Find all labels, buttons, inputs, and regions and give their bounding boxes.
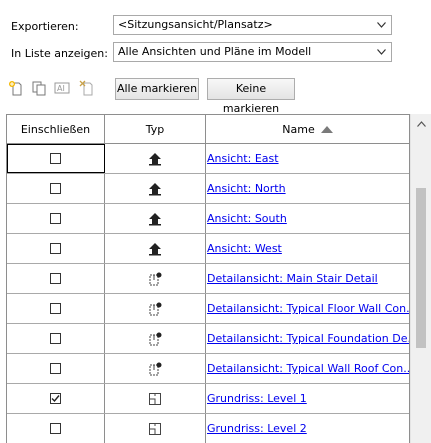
type-cell	[105, 204, 206, 233]
include-cell[interactable]	[7, 414, 105, 443]
export-label: Exportieren:	[11, 20, 79, 33]
type-cell	[105, 144, 206, 173]
include-checkbox[interactable]	[50, 273, 61, 284]
include-checkbox[interactable]	[50, 423, 61, 434]
name-cell: Grundriss: Level 2	[206, 414, 409, 443]
show-in-list-select[interactable]: Alle Ansichten und Pläne im Modell	[113, 42, 392, 62]
include-checkbox[interactable]	[50, 243, 61, 254]
chevron-down-icon	[375, 43, 387, 61]
view-name-link[interactable]: Ansicht: East	[207, 152, 279, 165]
view-name-link[interactable]: Grundriss: Level 1	[207, 392, 307, 405]
include-cell[interactable]	[7, 174, 105, 203]
name-cell: Ansicht: East	[206, 144, 409, 173]
include-cell[interactable]	[7, 264, 105, 293]
include-cell[interactable]	[7, 324, 105, 353]
mark-none-button[interactable]: Keine markieren	[207, 78, 295, 115]
view-name-link[interactable]: Detailansicht: Typical Floor Wall Con...	[207, 302, 409, 315]
name-cell: Ansicht: South	[206, 204, 409, 233]
mark-all-button[interactable]: Alle markieren	[115, 78, 199, 100]
table-row[interactable]: Detailansicht: Typical Wall Roof Con...	[7, 354, 409, 384]
include-checkbox[interactable]	[50, 303, 61, 314]
type-cell	[105, 384, 206, 413]
view-name-link[interactable]: Grundriss: Level 2	[207, 422, 307, 435]
vertical-scrollbar[interactable]	[410, 114, 431, 443]
svg-text:AI: AI	[57, 84, 65, 93]
delete-icon[interactable]	[78, 78, 96, 98]
checkmark-icon	[51, 395, 60, 403]
elevation-view-icon	[148, 182, 162, 196]
table-row[interactable]: Ansicht: East	[7, 144, 409, 174]
type-cell	[105, 414, 206, 443]
rename-icon[interactable]: AI	[53, 78, 71, 98]
floor-plan-icon	[148, 392, 162, 406]
new-sheet-set-icon[interactable]	[7, 78, 25, 98]
name-cell: Grundriss: Level 1	[206, 384, 409, 413]
include-cell[interactable]	[7, 204, 105, 233]
view-name-link[interactable]: Detailansicht: Main Stair Detail	[207, 272, 378, 285]
view-name-link[interactable]: Ansicht: West	[207, 242, 282, 255]
views-table: Einschließen Typ Name Ansicht: East Ansic…	[6, 114, 410, 443]
name-cell: Detailansicht: Typical Foundation De...	[206, 324, 409, 353]
type-cell	[105, 264, 206, 293]
export-select[interactable]: <Sitzungsansicht/Plansatz>	[113, 15, 392, 35]
name-cell: Detailansicht: Typical Wall Roof Con...	[206, 354, 409, 383]
include-cell[interactable]	[7, 294, 105, 323]
include-cell[interactable]	[7, 384, 105, 413]
show-in-list-select-value: Alle Ansichten und Pläne im Modell	[118, 45, 312, 58]
include-checkbox[interactable]	[50, 333, 61, 344]
table-row[interactable]: Detailansicht: Typical Foundation De...	[7, 324, 409, 354]
type-cell	[105, 324, 206, 353]
type-cell	[105, 174, 206, 203]
include-cell[interactable]	[7, 234, 105, 263]
floor-plan-icon	[148, 422, 162, 436]
view-name-link[interactable]: Ansicht: North	[207, 182, 286, 195]
include-checkbox[interactable]	[50, 213, 61, 224]
view-name-link[interactable]: Detailansicht: Typical Wall Roof Con...	[207, 362, 409, 375]
type-cell	[105, 294, 206, 323]
sort-ascending-icon	[320, 125, 333, 133]
elevation-view-icon	[148, 242, 162, 256]
show-in-list-label: In Liste anzeigen:	[11, 47, 108, 60]
table-header: Einschließen Typ Name	[7, 115, 409, 144]
include-checkbox[interactable]	[50, 363, 61, 374]
view-name-link[interactable]: Ansicht: South	[207, 212, 287, 225]
table-row[interactable]: Grundriss: Level 1	[7, 384, 409, 414]
column-header-name[interactable]: Name	[206, 115, 409, 143]
detail-view-icon	[147, 301, 163, 317]
scrollbar-thumb[interactable]	[416, 188, 426, 348]
table-row[interactable]: Detailansicht: Main Stair Detail	[7, 264, 409, 294]
column-header-include[interactable]: Einschließen	[7, 115, 105, 143]
duplicate-icon[interactable]	[30, 78, 48, 98]
chevron-down-icon	[375, 16, 387, 34]
elevation-view-icon	[148, 152, 162, 166]
include-checkbox[interactable]	[50, 393, 61, 404]
detail-view-icon	[147, 361, 163, 377]
table-row[interactable]: Ansicht: West	[7, 234, 409, 264]
view-name-link[interactable]: Detailansicht: Typical Foundation De...	[207, 332, 409, 345]
column-header-type[interactable]: Typ	[105, 115, 206, 143]
table-row[interactable]: Detailansicht: Typical Floor Wall Con...	[7, 294, 409, 324]
table-row[interactable]: Ansicht: North	[7, 174, 409, 204]
name-cell: Ansicht: West	[206, 234, 409, 263]
detail-view-icon	[147, 331, 163, 347]
include-cell[interactable]	[7, 354, 105, 383]
name-cell: Ansicht: North	[206, 174, 409, 203]
elevation-view-icon	[148, 212, 162, 226]
name-cell: Detailansicht: Typical Floor Wall Con...	[206, 294, 409, 323]
export-select-value: <Sitzungsansicht/Plansatz>	[118, 18, 273, 31]
include-checkbox[interactable]	[50, 153, 61, 164]
table-row[interactable]: Ansicht: South	[7, 204, 409, 234]
table-row[interactable]: Grundriss: Level 2	[7, 414, 409, 443]
type-cell	[105, 354, 206, 383]
include-cell[interactable]	[7, 144, 105, 173]
scroll-up-icon[interactable]	[411, 114, 431, 134]
detail-view-icon	[147, 271, 163, 287]
column-header-name-label: Name	[282, 122, 315, 136]
include-checkbox[interactable]	[50, 183, 61, 194]
type-cell	[105, 234, 206, 263]
name-cell: Detailansicht: Main Stair Detail	[206, 264, 409, 293]
